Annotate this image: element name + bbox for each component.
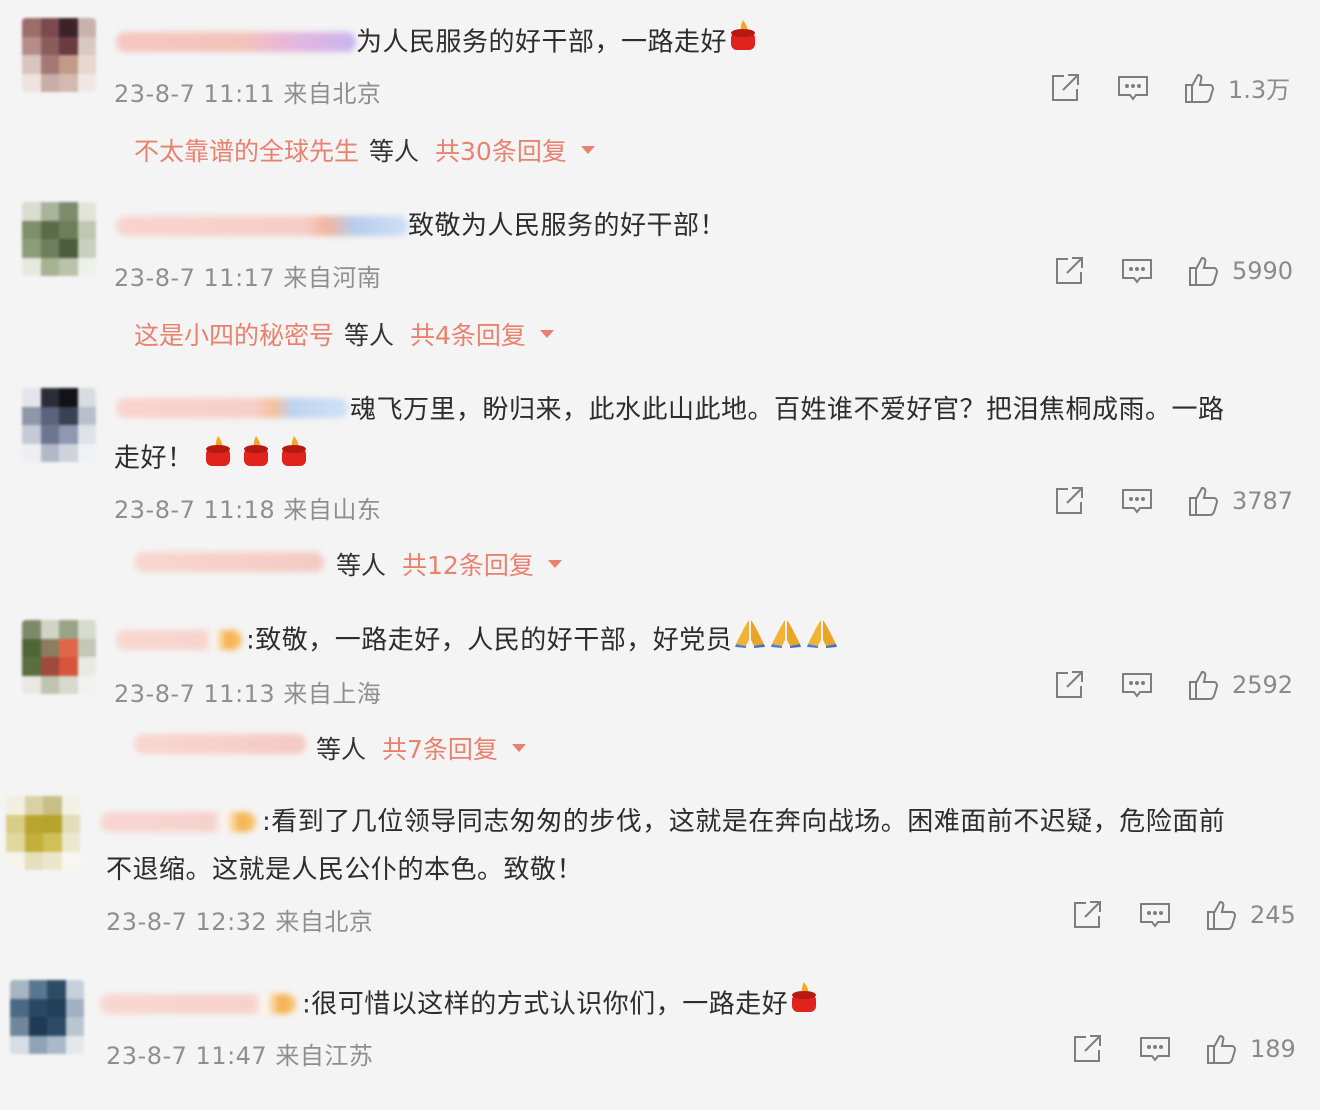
reply-count[interactable]: 共12条回复: [402, 546, 534, 582]
reply-summary[interactable]: 不太靠谱的全球先生 等人 共30条回复: [134, 132, 595, 168]
blurred-username[interactable]: [116, 32, 356, 52]
comment-actions: 189: [1070, 1032, 1296, 1066]
comment-text: 致敬为人民服务的好干部！: [408, 211, 727, 241]
comment-meta: 23-8-7 11:18 来自山东: [114, 496, 382, 524]
comment-text-continued: 不退缩。这就是人民公仆的本色。致敬！: [106, 855, 584, 885]
expand-caret-icon[interactable]: [547, 560, 562, 568]
like-icon[interactable]: [1186, 668, 1220, 702]
reply-connector: 等人: [316, 735, 367, 764]
blurred-username[interactable]: [116, 216, 408, 236]
avatar[interactable]: [6, 796, 80, 870]
candle-icon: [727, 18, 759, 68]
comment-icon[interactable]: [1120, 484, 1154, 518]
blurred-username[interactable]: [100, 812, 256, 832]
share-icon[interactable]: [1052, 484, 1086, 518]
share-icon[interactable]: [1052, 668, 1086, 702]
comment-actions: 2592: [1052, 668, 1293, 702]
comment-icon[interactable]: [1138, 898, 1172, 932]
like-count: 2592: [1232, 671, 1294, 699]
candle-icon: [788, 980, 820, 1030]
comment-meta: 23-8-7 11:11 来自北京: [114, 80, 382, 108]
comment-meta: 23-8-7 11:13 来自上海: [114, 680, 382, 708]
comment-actions: 245: [1070, 898, 1296, 932]
pray-icon: [732, 616, 768, 666]
comment-text: :看到了几位领导同志匆匆的步伐，这就是在奔向战场。困难面前不迟疑，危险面前: [262, 807, 1226, 837]
blurred-reply-user[interactable]: [134, 552, 324, 572]
avatar[interactable]: [22, 620, 96, 694]
reply-connector: 等人: [336, 551, 387, 580]
blurred-username[interactable]: [116, 630, 242, 650]
blurred-username[interactable]: [116, 398, 348, 418]
candle-icon: [278, 434, 310, 484]
like-count: 5990: [1232, 257, 1294, 285]
candle-icon: [240, 434, 272, 484]
expand-caret-icon[interactable]: [511, 744, 526, 752]
reply-user[interactable]: 这是小四的秘密号: [134, 316, 334, 352]
like-count: 3787: [1232, 487, 1294, 515]
avatar[interactable]: [22, 202, 96, 276]
reply-user[interactable]: 不太靠谱的全球先生: [134, 132, 359, 168]
comment-meta: 23-8-7 12:32 来自北京: [106, 908, 374, 936]
reply-connector: 等人: [369, 137, 420, 166]
reply-connector: 等人: [344, 321, 395, 350]
like-icon[interactable]: [1204, 1032, 1238, 1066]
pray-icon: [768, 616, 804, 666]
comment-text: :致敬，一路走好，人民的好干部，好党员: [246, 616, 840, 666]
comment-icon[interactable]: [1138, 1032, 1172, 1066]
comment-actions: 5990: [1052, 254, 1293, 288]
avatar[interactable]: [22, 388, 96, 462]
avatar[interactable]: [22, 18, 96, 92]
share-icon[interactable]: [1070, 898, 1104, 932]
like-icon[interactable]: [1204, 898, 1238, 932]
reply-summary[interactable]: 等人 共7条回复: [306, 730, 526, 766]
share-icon[interactable]: [1070, 1032, 1104, 1066]
like-count: 189: [1250, 1035, 1296, 1063]
comment-icon[interactable]: [1120, 254, 1154, 288]
expand-caret-icon[interactable]: [580, 146, 595, 154]
like-icon[interactable]: [1186, 254, 1220, 288]
comment-text: 魂飞万里，盼归来，此水此山此地。百姓谁不爱好官？把泪焦桐成雨。一路: [350, 395, 1225, 425]
like-icon[interactable]: [1186, 484, 1220, 518]
pray-icon: [804, 616, 840, 666]
reply-summary[interactable]: 等人 共12条回复: [326, 546, 562, 582]
comment-actions: 1.3万: [1048, 70, 1290, 105]
comment-icon[interactable]: [1120, 668, 1154, 702]
reply-count[interactable]: 共4条回复: [410, 316, 526, 352]
comment-icon[interactable]: [1116, 71, 1150, 105]
share-icon[interactable]: [1048, 71, 1082, 105]
reply-summary[interactable]: 这是小四的秘密号 等人 共4条回复: [134, 316, 554, 352]
reply-count[interactable]: 共30条回复: [435, 132, 567, 168]
comment-text-continued: 走好！: [114, 434, 310, 484]
blurred-reply-user[interactable]: [134, 734, 306, 754]
blurred-username[interactable]: [100, 994, 296, 1014]
comment-meta: 23-8-7 11:17 来自河南: [114, 264, 382, 292]
candle-icon: [202, 434, 234, 484]
expand-caret-icon[interactable]: [539, 330, 554, 338]
like-icon[interactable]: [1182, 71, 1216, 105]
comment-text: 为人民服务的好干部，一路走好: [356, 18, 759, 68]
like-count: 245: [1250, 901, 1296, 929]
comment-actions: 3787: [1052, 484, 1293, 518]
share-icon[interactable]: [1052, 254, 1086, 288]
comment-meta: 23-8-7 11:47 来自江苏: [106, 1042, 374, 1070]
avatar[interactable]: [10, 980, 84, 1054]
reply-count[interactable]: 共7条回复: [382, 730, 498, 766]
like-count: 1.3万: [1228, 76, 1291, 104]
comment-text: :很可惜以这样的方式认识你们，一路走好: [302, 980, 820, 1030]
